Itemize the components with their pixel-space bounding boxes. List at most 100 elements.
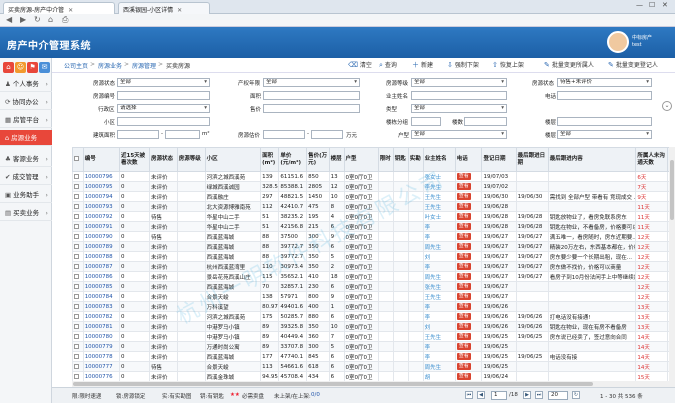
extra-select[interactable]: 全部 ▾: [557, 130, 652, 139]
table-row[interactable]: 10000791 0 未评价 华星中山二手 51 42156.8 215 6 0室0厅0卫 李查看…: [72, 221, 675, 232]
window-tab-active[interactable]: 买卖房源-房产中介管 ✕: [3, 2, 115, 14]
column-header[interactable]: 限时: [377, 147, 394, 172]
sidebar-item-platform[interactable]: ▦ 房管平台 ›: [0, 112, 52, 128]
sidebar-item-deals[interactable]: ✔ 成交管理 ›: [0, 169, 52, 185]
cell-no[interactable]: 10000778: [82, 351, 121, 362]
cell-no[interactable]: 10000780: [82, 331, 121, 342]
owner-input[interactable]: [411, 91, 507, 100]
view-phone-button[interactable]: 查看: [454, 361, 483, 372]
column-header[interactable]: 业主姓名: [422, 147, 456, 172]
column-header[interactable]: 面积(m²): [260, 147, 280, 172]
sidebar-item-assistant[interactable]: ▣ 业务助手 ›: [0, 187, 52, 203]
table-row[interactable]: 10000784 0 未评价 合景天峻 138 57971 800 9 0室0厅0卫 王先生 查看 1…: [72, 291, 675, 302]
view-phone-button[interactable]: 查看: [454, 371, 483, 382]
view-phone-button[interactable]: 查看: [454, 291, 483, 302]
view-phone-button[interactable]: 查看: [454, 341, 483, 352]
view-phone-button[interactable]: 查看: [454, 321, 483, 332]
forward-icon[interactable]: ▶: [20, 15, 26, 24]
force-offline-button[interactable]: ⇩ 强制下架: [447, 60, 479, 71]
cell-no[interactable]: 10000794: [82, 191, 121, 202]
cell-no[interactable]: 10000791: [82, 221, 121, 232]
table-row[interactable]: 10000777 0 待售 合景天峻 113 54661.6 618 6 0室0厅0卫 周先生 查看…: [72, 361, 675, 372]
page-size-select[interactable]: 20: [548, 391, 568, 400]
restore-button[interactable]: ⇧ 恢复上架: [492, 60, 524, 71]
sidebar-item-clients[interactable]: ♣ 客源业务 ›: [0, 151, 52, 167]
user-quick-icon[interactable]: ☺: [15, 62, 26, 73]
row-checkbox[interactable]: [72, 211, 84, 222]
listing-no-input[interactable]: [117, 91, 210, 100]
row-checkbox[interactable]: [72, 201, 84, 212]
breadcrumb-home[interactable]: 公司主页: [64, 61, 88, 70]
view-phone-button[interactable]: 查看: [454, 331, 483, 342]
view-phone-button[interactable]: 查看: [454, 221, 483, 232]
column-header[interactable]: 编号: [82, 147, 121, 172]
table-row[interactable]: 10000793 0 未评价 北大资源博雅南苑 112 42410.7 475 8 0室0厅0卫…: [72, 201, 675, 212]
table-row[interactable]: 10000786 0 未评价 景岳花苑西溪山庄 115 35652.1 410 18 0室0厅0…: [72, 271, 675, 282]
row-checkbox[interactable]: [72, 271, 84, 282]
cell-no[interactable]: 10000792: [82, 211, 121, 222]
table-row[interactable]: 10000790 0 待售 西溪蓝海城 88 37500 300 9 0室0厅0卫李查看 19/0…: [72, 231, 675, 242]
close-window-icon[interactable]: ✕: [662, 1, 668, 9]
row-checkbox[interactable]: [72, 301, 84, 312]
sidebar-item-listings[interactable]: ⌂ 房源业务: [0, 130, 52, 146]
column-header[interactable]: 单价(元/m²): [278, 147, 308, 172]
column-header[interactable]: 房源等级: [176, 147, 206, 172]
next-page-icon[interactable]: ▶: [523, 391, 531, 399]
table-row[interactable]: 10000781 0 未评价 中港罗马小镇 89 39325.8 350 10 0室0厅0卫 刘查…: [72, 321, 675, 332]
table-row[interactable]: 10000796 0 未评价 河滨之城西溪苑 139 61151.6 850 13 0室0厅0卫…: [72, 171, 675, 182]
cell-no[interactable]: 10000782: [82, 311, 121, 322]
community-input[interactable]: [117, 117, 210, 126]
column-header[interactable]: 近15天被看次数: [119, 147, 150, 172]
region-select[interactable]: 请选择 ▾: [117, 104, 210, 113]
table-row[interactable]: 10000788 0 未评价 西溪蓝海城 88 39772.7 350 5 0室0厅0卫刘查看 1…: [72, 251, 675, 262]
table-row[interactable]: 10000776 0 未评价 西溪金珠城 94.95 45708.4 434 6 0室0厅0卫 胡…: [72, 371, 675, 382]
batch-registrar-button[interactable]: ✎ 批量变更登记人: [608, 60, 658, 71]
back-icon[interactable]: ◀: [6, 15, 12, 24]
table-row[interactable]: 10000795 0 未评价 绿城西溪诚园 328.5 85388.1 2805 12 0室0厅…: [72, 181, 675, 192]
cell-no[interactable]: 10000793: [82, 201, 121, 212]
view-phone-button[interactable]: 查看: [454, 271, 483, 282]
column-header[interactable]: 实勘: [407, 147, 424, 172]
status2-select[interactable]: 待售+未评价 ▾: [557, 78, 652, 87]
view-phone-button[interactable]: 查看: [454, 231, 483, 242]
table-row[interactable]: 10000792 0 待售 华星中山二手 51 38235.2 195 4 0室0厅0卫 叶女士查…: [72, 211, 675, 222]
select-all-checkbox[interactable]: [72, 147, 84, 172]
column-header[interactable]: 钥匙: [392, 147, 409, 172]
column-header[interactable]: 登记日期: [481, 147, 517, 172]
breadcrumb-item[interactable]: 房源业务: [98, 61, 122, 70]
expand-toggle-icon[interactable]: ⌄: [662, 101, 672, 111]
row-checkbox[interactable]: [72, 341, 84, 352]
view-phone-button[interactable]: 查看: [454, 171, 483, 182]
floor-input[interactable]: [557, 117, 652, 126]
breadcrumb-item[interactable]: 房源管理: [132, 61, 156, 70]
close-icon[interactable]: ✕: [177, 7, 182, 14]
flag-quick-icon[interactable]: ⚑: [27, 62, 38, 73]
print-icon[interactable]: ⎙: [62, 15, 68, 25]
floor-count-input[interactable]: [464, 117, 507, 126]
cell-no[interactable]: 10000779: [82, 341, 121, 352]
column-header[interactable]: 户型: [343, 147, 379, 172]
search-button[interactable]: ⌕ 查询: [379, 60, 397, 71]
row-checkbox[interactable]: [72, 361, 84, 372]
kind-select[interactable]: 全部 ▾: [411, 104, 507, 113]
row-checkbox[interactable]: [72, 171, 84, 182]
district-select[interactable]: 全部 ▾: [263, 78, 360, 87]
table-row[interactable]: 10000794 0 未评价 西溪融庄 297 48821.5 1450 10 0室0厅0卫 王先…: [72, 191, 675, 202]
row-checkbox[interactable]: [72, 281, 84, 292]
mail-quick-icon[interactable]: ✉: [39, 62, 50, 73]
column-header[interactable]: 售价(万元): [306, 147, 330, 172]
view-phone-button[interactable]: 查看: [454, 281, 483, 292]
cell-no[interactable]: 10000777: [82, 361, 121, 372]
view-phone-button[interactable]: 查看: [454, 301, 483, 312]
status-select[interactable]: 全部 ▾: [117, 78, 210, 87]
cell-no[interactable]: 10000776: [82, 371, 121, 382]
cell-no[interactable]: 10000789: [82, 241, 121, 252]
type-select[interactable]: 全部 ▾: [411, 130, 507, 139]
table-row[interactable]: 10000779 0 未评价 万通时尚公寓 89 33707.8 300 5 0室0厅0卫 李查看…: [72, 341, 675, 352]
view-phone-button[interactable]: 查看: [454, 251, 483, 262]
column-header[interactable]: 房源状态: [148, 147, 178, 172]
cell-no[interactable]: 10000785: [82, 281, 121, 292]
column-header[interactable]: 最后跟进内容: [547, 147, 637, 172]
row-checkbox[interactable]: [72, 181, 84, 192]
page-input[interactable]: 1: [491, 391, 507, 400]
